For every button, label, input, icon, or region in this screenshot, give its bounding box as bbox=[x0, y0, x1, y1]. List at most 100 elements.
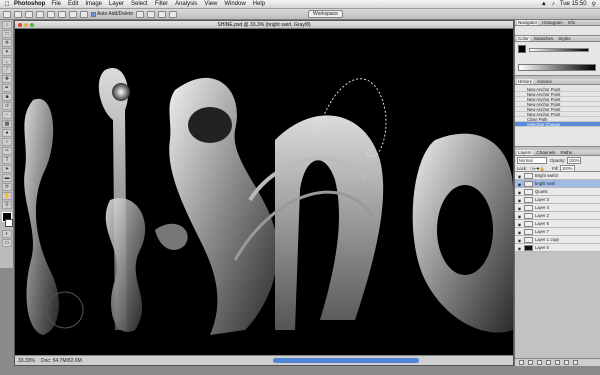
shape-tool-icon[interactable]: ▬ bbox=[2, 174, 12, 182]
healing-brush-tool-icon[interactable]: ✚ bbox=[2, 75, 12, 83]
brush-tool-icon[interactable]: ✒ bbox=[2, 84, 12, 92]
color-ramp[interactable] bbox=[518, 64, 596, 71]
tab-color[interactable]: Color bbox=[517, 36, 530, 41]
opacity-field[interactable]: 100% bbox=[566, 157, 582, 164]
menu-help[interactable]: Help bbox=[253, 1, 265, 7]
spotlight-icon[interactable]: ⚲ bbox=[592, 1, 596, 8]
menu-edit[interactable]: Edit bbox=[68, 1, 78, 7]
fill-pixels-button[interactable] bbox=[36, 10, 44, 18]
layer-mask-icon[interactable] bbox=[537, 360, 542, 365]
fill-field[interactable]: 100% bbox=[559, 165, 575, 172]
close-window-icon[interactable] bbox=[18, 23, 22, 27]
tab-layers[interactable]: Layers bbox=[517, 150, 533, 155]
clone-stamp-tool-icon[interactable]: ■ bbox=[2, 93, 12, 101]
visibility-eye-icon[interactable]: ◉ bbox=[517, 238, 522, 243]
auto-add-delete-checkbox[interactable]: Auto Add/Delete bbox=[91, 11, 133, 17]
visibility-eye-icon[interactable]: ◉ bbox=[517, 198, 522, 203]
menu-select[interactable]: Select bbox=[131, 1, 148, 7]
zoom-window-icon[interactable] bbox=[30, 23, 34, 27]
layer-row[interactable]: ◉ Bright swirl3 bbox=[515, 172, 600, 180]
background-color-swatch[interactable] bbox=[5, 219, 13, 227]
crop-tool-icon[interactable]: ⌞ bbox=[2, 57, 12, 65]
menu-layer[interactable]: Layer bbox=[109, 1, 124, 7]
horizontal-scrollbar[interactable] bbox=[273, 358, 419, 363]
path-area-add-button[interactable] bbox=[136, 10, 145, 18]
dodge-tool-icon[interactable]: ○ bbox=[2, 138, 12, 146]
layer-row[interactable]: ◉ Layer 1 copy bbox=[515, 236, 600, 244]
workspace-button[interactable]: Workspace bbox=[308, 10, 343, 18]
visibility-eye-icon[interactable]: ◉ bbox=[517, 222, 522, 227]
layer-row[interactable]: ◉ Layer 2 bbox=[515, 212, 600, 220]
eyedropper-tool-icon[interactable]: ⁄ bbox=[2, 66, 12, 74]
layer-row[interactable]: ◉ Quarst bbox=[515, 188, 600, 196]
visibility-eye-icon[interactable]: ◉ bbox=[517, 206, 522, 211]
rectangle-shape-button[interactable] bbox=[69, 10, 77, 18]
blend-mode-select[interactable]: Normal bbox=[517, 157, 547, 164]
trash-icon[interactable] bbox=[573, 360, 578, 365]
gradient-tool-icon[interactable]: ▩ bbox=[2, 120, 12, 128]
menu-window[interactable]: Window bbox=[224, 1, 245, 7]
canvas[interactable] bbox=[15, 30, 513, 356]
apple-menu-icon[interactable]:  bbox=[0, 1, 14, 8]
path-area-subtract-button[interactable] bbox=[147, 10, 156, 18]
screen-mode-icon[interactable]: ▭ bbox=[2, 239, 12, 247]
tab-channels[interactable]: Channels bbox=[536, 150, 557, 155]
layer-row[interactable]: ◉ Layer 5 bbox=[515, 220, 600, 228]
zoom-tool-icon[interactable]: ⚲ bbox=[2, 201, 12, 209]
3d-rotate-tool-icon[interactable]: ⟳ bbox=[2, 183, 12, 191]
volume-icon[interactable]: ♪ bbox=[552, 1, 555, 7]
history-brush-tool-icon[interactable]: ↺ bbox=[2, 102, 12, 110]
tab-info[interactable]: Info bbox=[567, 20, 577, 25]
layer-row[interactable]: ◉ bright swirl bbox=[515, 180, 600, 188]
menu-filter[interactable]: Filter bbox=[155, 1, 168, 7]
color-swatch-preview[interactable] bbox=[518, 45, 526, 53]
layer-row[interactable]: ◉ Layer 0 bbox=[515, 244, 600, 252]
tab-histogram[interactable]: Histogram bbox=[541, 20, 564, 25]
paths-button[interactable] bbox=[25, 10, 33, 18]
quick-select-tool-icon[interactable]: ✦ bbox=[2, 48, 12, 56]
zoom-level[interactable]: 33.33% bbox=[18, 358, 35, 364]
minimize-window-icon[interactable] bbox=[24, 23, 28, 27]
clock[interactable]: Tue 15:50 bbox=[560, 1, 587, 7]
layer-row[interactable]: ◉ Layer 4 bbox=[515, 204, 600, 212]
path-select-tool-icon[interactable]: ➤ bbox=[2, 165, 12, 173]
menu-analysis[interactable]: Analysis bbox=[175, 1, 197, 7]
tab-styles[interactable]: Styles bbox=[557, 36, 571, 41]
quick-mask-icon[interactable]: ◐ bbox=[2, 230, 12, 238]
tab-history[interactable]: History bbox=[517, 79, 534, 84]
move-tool-icon[interactable]: ↕ bbox=[2, 21, 12, 29]
adjustment-layer-icon[interactable] bbox=[546, 360, 551, 365]
document-title-bar[interactable]: SHINE.psd @ 33.3% (bright swirl, Gray/8) bbox=[15, 21, 513, 29]
layer-row[interactable]: ◉ Layer 7 bbox=[515, 228, 600, 236]
menu-image[interactable]: Image bbox=[85, 1, 102, 7]
tab-navigator[interactable]: Navigator bbox=[517, 20, 539, 25]
gray-slider[interactable] bbox=[529, 48, 589, 52]
tab-swatches[interactable]: Swatches bbox=[533, 36, 555, 41]
path-area-exclude-button[interactable] bbox=[169, 10, 178, 18]
hand-tool-icon[interactable]: ✋ bbox=[2, 192, 12, 200]
wifi-icon[interactable]: ▲ bbox=[541, 1, 547, 7]
blur-tool-icon[interactable]: ● bbox=[2, 129, 12, 137]
visibility-eye-icon[interactable]: ◉ bbox=[517, 246, 522, 251]
marquee-tool-icon[interactable]: □ bbox=[2, 30, 12, 38]
type-tool-icon[interactable]: T bbox=[2, 156, 12, 164]
tab-paths[interactable]: Paths bbox=[560, 150, 574, 155]
pen-tool-preset-button[interactable] bbox=[3, 10, 11, 18]
ellipse-shape-button[interactable] bbox=[80, 10, 88, 18]
link-layers-icon[interactable] bbox=[519, 360, 524, 365]
visibility-eye-icon[interactable]: ◉ bbox=[517, 174, 522, 179]
visibility-eye-icon[interactable]: ◉ bbox=[517, 190, 522, 195]
visibility-eye-icon[interactable]: ◉ bbox=[517, 214, 522, 219]
lock-icons[interactable]: □✏✚🔒 bbox=[530, 166, 545, 171]
tab-actions[interactable]: Actions bbox=[536, 79, 553, 84]
history-item-selected[interactable]: Selection Change bbox=[515, 122, 600, 127]
layer-row[interactable]: ◉ Layer 3 bbox=[515, 196, 600, 204]
pen-tool-icon[interactable]: ✑ bbox=[2, 147, 12, 155]
new-group-icon[interactable] bbox=[555, 360, 560, 365]
layer-style-icon[interactable] bbox=[528, 360, 533, 365]
app-menu[interactable]: Photoshop bbox=[14, 1, 45, 7]
menu-file[interactable]: File bbox=[51, 1, 61, 7]
freeform-pen-button[interactable] bbox=[58, 10, 66, 18]
document-size-info[interactable]: Doc: 54.7M/82.6M bbox=[41, 358, 82, 364]
lasso-tool-icon[interactable]: ✵ bbox=[2, 39, 12, 47]
